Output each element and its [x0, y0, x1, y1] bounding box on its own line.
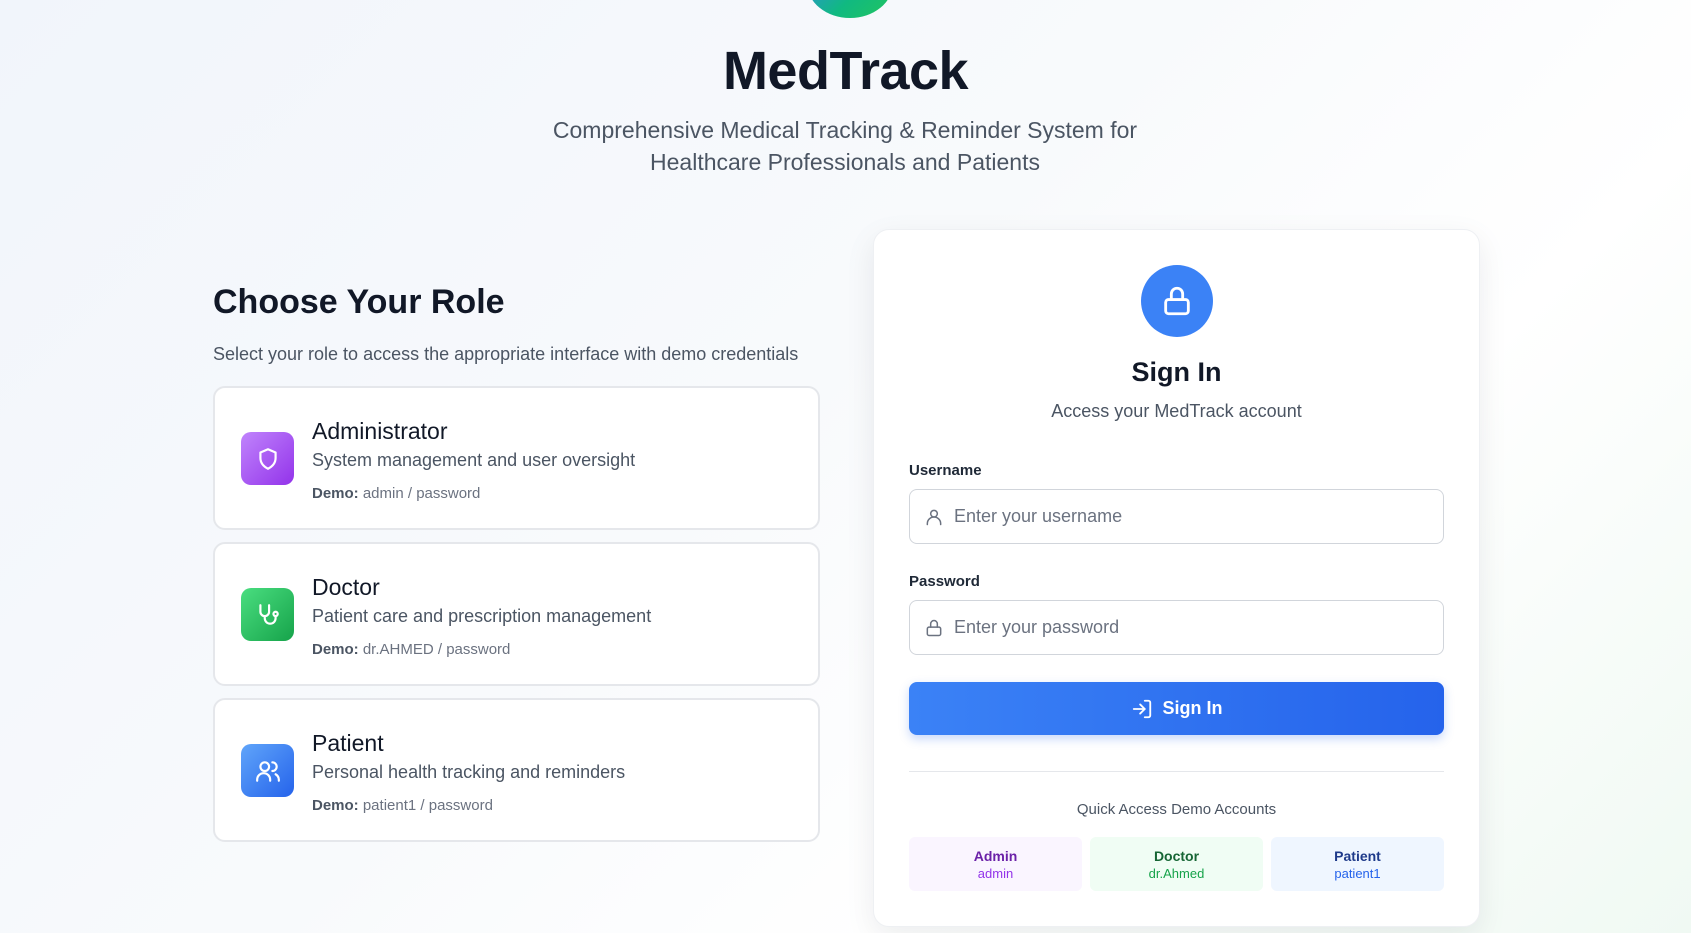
- quick-access-patient[interactable]: Patient patient1: [1271, 837, 1444, 891]
- username-label: Username: [909, 462, 982, 479]
- role-title: Patient: [312, 730, 384, 756]
- lock-icon: [926, 619, 942, 637]
- login-icon: [1132, 699, 1151, 718]
- signin-card: Sign In Access your MedTrack account Use…: [873, 229, 1480, 927]
- role-subtitle: System management and user oversight: [312, 450, 636, 470]
- role-demo-credentials: Demo: dr.AHMED / password: [312, 641, 510, 658]
- app-title: MedTrack: [722, 41, 969, 101]
- quick-access-doctor[interactable]: Doctor dr.Ahmed: [1090, 837, 1263, 891]
- password-field: [909, 600, 1444, 655]
- demo-label: Demo:: [312, 485, 359, 502]
- user-icon: [926, 509, 942, 526]
- username-input[interactable]: [954, 490, 1434, 543]
- username-field: [909, 489, 1444, 544]
- demo-label: Demo:: [312, 641, 359, 658]
- role-demo-credentials: Demo: patient1 / password: [312, 797, 493, 814]
- role-section-heading: Choose Your Role: [213, 283, 505, 321]
- sign-in-button[interactable]: Sign In: [909, 682, 1444, 735]
- lock-icon: [1141, 265, 1213, 337]
- role-card-patient[interactable]: Patient Personal health tracking and rem…: [213, 698, 820, 842]
- users-icon: [241, 744, 294, 797]
- role-section-description: Select your role to access the appropria…: [213, 344, 799, 364]
- demo-value: admin / password: [362, 485, 481, 502]
- quick-access-name: Patient: [1334, 848, 1381, 864]
- quick-access-title: Quick Access Demo Accounts: [1076, 801, 1277, 818]
- role-title: Administrator: [312, 418, 448, 444]
- app-logo: [807, 0, 893, 18]
- role-subtitle: Patient care and prescription management: [312, 606, 652, 626]
- role-card-administrator[interactable]: Administrator System management and user…: [213, 386, 820, 530]
- role-title: Doctor: [312, 574, 380, 600]
- app-subtitle: Comprehensive Medical Tracking & Reminde…: [552, 117, 1138, 175]
- divider: [909, 771, 1444, 772]
- quick-access-name: Doctor: [1153, 848, 1200, 864]
- quick-access-username: dr.Ahmed: [1148, 866, 1205, 881]
- role-subtitle: Personal health tracking and reminders: [312, 762, 626, 782]
- password-label: Password: [909, 573, 980, 590]
- quick-access-username: patient1: [1334, 866, 1381, 881]
- shield-icon: [241, 432, 294, 485]
- role-card-doctor[interactable]: Doctor Patient care and prescription man…: [213, 542, 820, 686]
- signin-title: Sign In: [1131, 357, 1222, 387]
- demo-label: Demo:: [312, 797, 359, 814]
- demo-value: patient1 / password: [362, 797, 493, 814]
- stethoscope-icon: [241, 588, 294, 641]
- quick-access-admin[interactable]: Admin admin: [909, 837, 1082, 891]
- quick-access-name: Admin: [973, 848, 1018, 864]
- password-input[interactable]: [954, 601, 1434, 654]
- demo-value: dr.AHMED / password: [362, 641, 511, 658]
- quick-access-username: admin: [977, 866, 1014, 881]
- signin-subtitle: Access your MedTrack account: [1051, 401, 1302, 421]
- role-demo-credentials: Demo: admin / password: [312, 485, 480, 502]
- sign-in-button-label: Sign In: [1162, 698, 1223, 718]
